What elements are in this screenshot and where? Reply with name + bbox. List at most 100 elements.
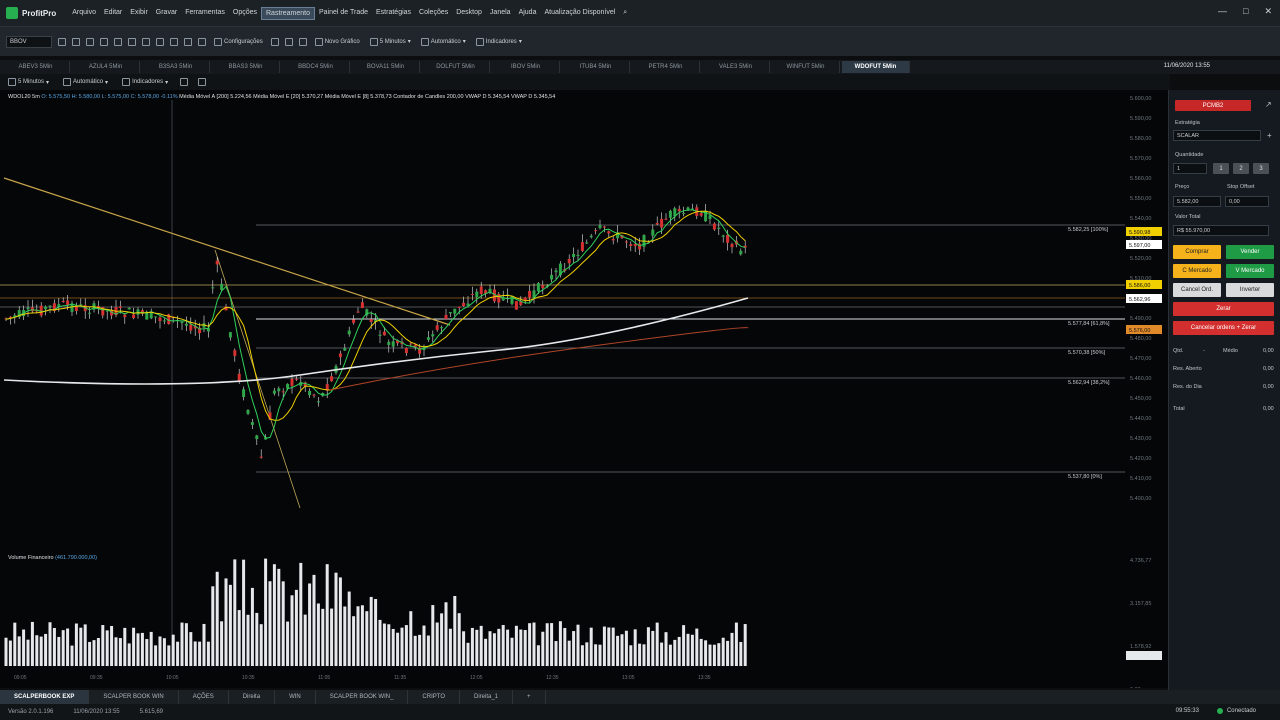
qty-1-button[interactable]: 1 bbox=[1213, 163, 1229, 174]
volume-bar bbox=[730, 632, 734, 666]
menu-item[interactable]: Ferramentas bbox=[181, 7, 229, 20]
buy-market-button[interactable]: C Mercado bbox=[1173, 264, 1221, 278]
candle-body bbox=[312, 394, 316, 396]
qty-3-button[interactable]: 3 bbox=[1253, 163, 1269, 174]
chart-tab[interactable]: WINFUT 5Min bbox=[772, 61, 840, 73]
crosshair-icon[interactable] bbox=[72, 37, 80, 46]
workspace-tab[interactable]: SCALPER BOOK WIN bbox=[89, 690, 179, 704]
workspace-tab[interactable]: SCALPERBOOK EXP bbox=[0, 690, 90, 704]
indicators-dropdown[interactable]: Indicadores ▾ bbox=[474, 37, 524, 46]
minimize-icon[interactable]: — bbox=[1218, 6, 1227, 17]
sell-button[interactable]: Vender bbox=[1226, 245, 1274, 259]
volume-bar bbox=[655, 622, 659, 666]
layout-icon[interactable] bbox=[198, 78, 207, 86]
symbol-selector[interactable]: BBOV bbox=[6, 35, 52, 48]
account-selector[interactable]: PCMB2 bbox=[1175, 100, 1251, 111]
zero-button[interactable]: Zerar bbox=[1173, 302, 1274, 316]
zoom-out-icon[interactable] bbox=[284, 37, 293, 46]
volume-bar bbox=[572, 631, 576, 666]
menu-item[interactable]: Arquivo bbox=[68, 7, 100, 20]
chart-tab[interactable]: WDOFUT 5Min bbox=[842, 61, 910, 73]
position-row-label: Médio bbox=[1223, 348, 1238, 354]
volume-bar bbox=[206, 641, 210, 666]
price-chart[interactable]: 5.600,00 5.590,00 5.580,00 5.570,00 5.560,00… bbox=[0, 90, 1168, 693]
ellipse-tool-icon[interactable] bbox=[156, 37, 164, 46]
text-tool-icon[interactable] bbox=[128, 37, 136, 46]
strategy-select[interactable]: SCALAR bbox=[1173, 130, 1261, 141]
chart-tab[interactable]: IBOV 5Min bbox=[492, 61, 560, 73]
chart-mode-dropdown[interactable]: Automático ▾ bbox=[61, 78, 110, 86]
cancel-orders-button[interactable]: Cancel Ord. bbox=[1173, 283, 1221, 297]
maximize-icon[interactable]: □ bbox=[1243, 6, 1248, 17]
rectangle-tool-icon[interactable] bbox=[100, 37, 108, 46]
menu-item[interactable]: Desktop bbox=[452, 7, 486, 20]
expand-icon[interactable]: ↗ bbox=[1265, 100, 1272, 109]
settings-button[interactable]: Configurações bbox=[212, 37, 265, 46]
volume-bar bbox=[154, 645, 158, 666]
search-icon[interactable]: ⌕ bbox=[619, 7, 631, 20]
invert-button[interactable]: Inverter bbox=[1226, 283, 1274, 297]
volume-bar bbox=[334, 572, 338, 666]
menu-item[interactable]: Janela bbox=[486, 7, 515, 20]
workspace-tab[interactable]: AÇÕES bbox=[179, 690, 229, 704]
zoom-in-icon[interactable] bbox=[270, 37, 279, 46]
workspace-tab[interactable]: CRIPTO bbox=[408, 690, 460, 704]
price-field[interactable]: 5.582,00 bbox=[1173, 196, 1221, 207]
cancel-and-zero-button[interactable]: Cancelar ordens + Zerar bbox=[1173, 321, 1274, 335]
chart-indicators-dropdown[interactable]: Indicadores ▾ bbox=[120, 78, 170, 86]
chart-tab[interactable]: BBDC4 5Min bbox=[282, 61, 350, 73]
close-icon[interactable]: ✕ bbox=[1264, 6, 1272, 17]
mode-dropdown[interactable]: Automático ▾ bbox=[419, 37, 468, 46]
chart-tab[interactable]: DOLFUT 5Min bbox=[422, 61, 490, 73]
cursor-icon[interactable] bbox=[58, 37, 66, 46]
chart-tab[interactable]: AZUL4 5Min bbox=[72, 61, 140, 73]
stop-offset-field[interactable]: 0,00 bbox=[1225, 196, 1269, 207]
line-tool-icon[interactable] bbox=[86, 37, 94, 46]
add-tab-icon[interactable]: + bbox=[513, 690, 546, 704]
volume-bar bbox=[215, 571, 219, 666]
lock-icon[interactable] bbox=[298, 37, 307, 46]
volume-bar bbox=[189, 632, 193, 666]
sell-market-button[interactable]: V Mercado bbox=[1226, 264, 1274, 278]
menu-item[interactable]: Estratégias bbox=[372, 7, 415, 20]
chart-tab[interactable]: ABEV3 5Min bbox=[2, 61, 70, 73]
pencil-icon[interactable] bbox=[180, 78, 189, 86]
workspace-tab[interactable]: Direita_1 bbox=[460, 690, 513, 704]
fibonacci-level-label: 5.562,94 [38,2%] bbox=[1068, 380, 1110, 386]
volume-bar bbox=[35, 635, 39, 666]
quantity-field[interactable]: 1 bbox=[1173, 163, 1207, 174]
buy-button[interactable]: Comprar bbox=[1173, 245, 1221, 259]
measure-tool-icon[interactable] bbox=[184, 37, 192, 46]
menu-item[interactable]: Opções bbox=[229, 7, 261, 20]
chart-tab[interactable]: VALE3 5Min bbox=[702, 61, 770, 73]
menu-item[interactable]: Ajuda bbox=[515, 7, 541, 20]
chart-period-dropdown[interactable]: 5 Minutos ▾ bbox=[6, 78, 51, 86]
workspace-tab[interactable]: SCALPER BOOK WIN_ bbox=[316, 690, 409, 704]
strategy-label: Estratégia bbox=[1175, 120, 1200, 126]
new-chart-button[interactable]: Novo Gráfico bbox=[313, 37, 362, 46]
chart-tab[interactable]: BOVA11 5Min bbox=[352, 61, 420, 73]
menu-item[interactable]: Gravar bbox=[152, 7, 181, 20]
qty-2-button[interactable]: 2 bbox=[1233, 163, 1249, 174]
menu-item[interactable]: Coleções bbox=[415, 7, 452, 20]
volume-bar bbox=[594, 644, 598, 666]
period-dropdown[interactable]: 5 Minutos ▾ bbox=[368, 37, 413, 46]
add-strategy-icon[interactable]: + bbox=[1267, 131, 1272, 140]
candle-body bbox=[290, 378, 294, 386]
chart-tab[interactable]: PETR4 5Min bbox=[632, 61, 700, 73]
arrow-tool-icon[interactable] bbox=[142, 37, 150, 46]
menu-item[interactable]: Exibir bbox=[126, 7, 152, 20]
menu-item[interactable]: Editar bbox=[100, 7, 126, 20]
menu-item[interactable]: Atualização Disponível bbox=[540, 7, 619, 20]
menu-item[interactable]: Painel de Trade bbox=[315, 7, 372, 20]
chart-tab[interactable]: ITUB4 5Min bbox=[562, 61, 630, 73]
menu-item[interactable]: Rastreamento bbox=[261, 6, 315, 20]
trash-icon[interactable] bbox=[198, 37, 206, 46]
channel-tool-icon[interactable] bbox=[170, 37, 178, 46]
fibonacci-tool-icon[interactable] bbox=[114, 37, 122, 46]
chart-tab[interactable]: BBAS3 5Min bbox=[212, 61, 280, 73]
chart-tab[interactable]: B3SA3 5Min bbox=[142, 61, 210, 73]
candle-body bbox=[74, 306, 78, 311]
workspace-tab[interactable]: WIN bbox=[275, 690, 316, 704]
workspace-tab[interactable]: Direita bbox=[229, 690, 276, 704]
